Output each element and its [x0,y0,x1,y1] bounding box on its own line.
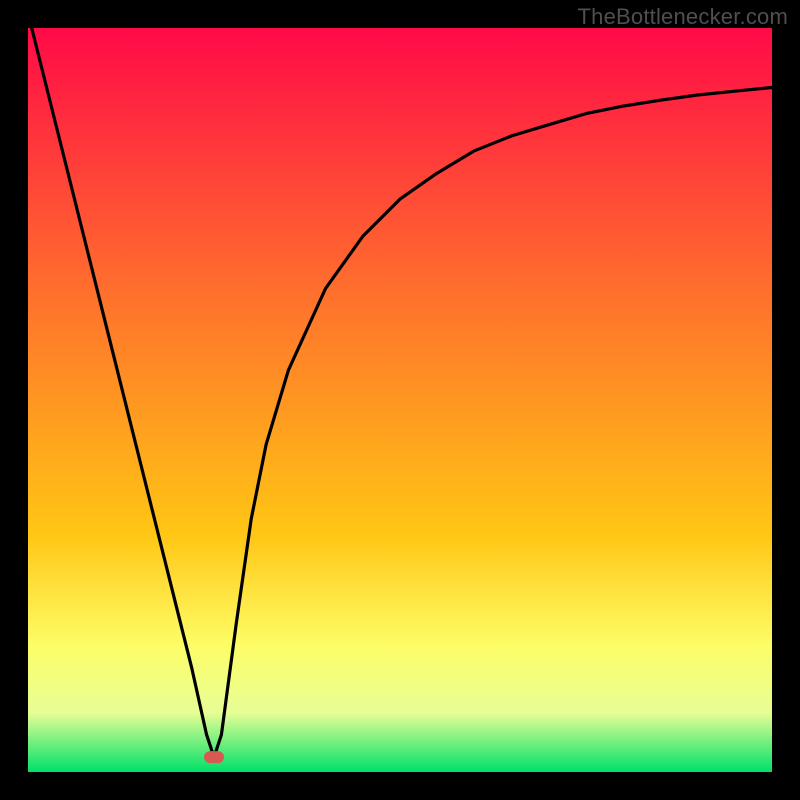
chart-svg [28,28,772,772]
chart-frame [28,28,772,772]
watermark-text: TheBottlenecker.com [578,4,788,30]
optimal-point-marker [204,751,224,763]
gradient-bg [28,28,772,772]
